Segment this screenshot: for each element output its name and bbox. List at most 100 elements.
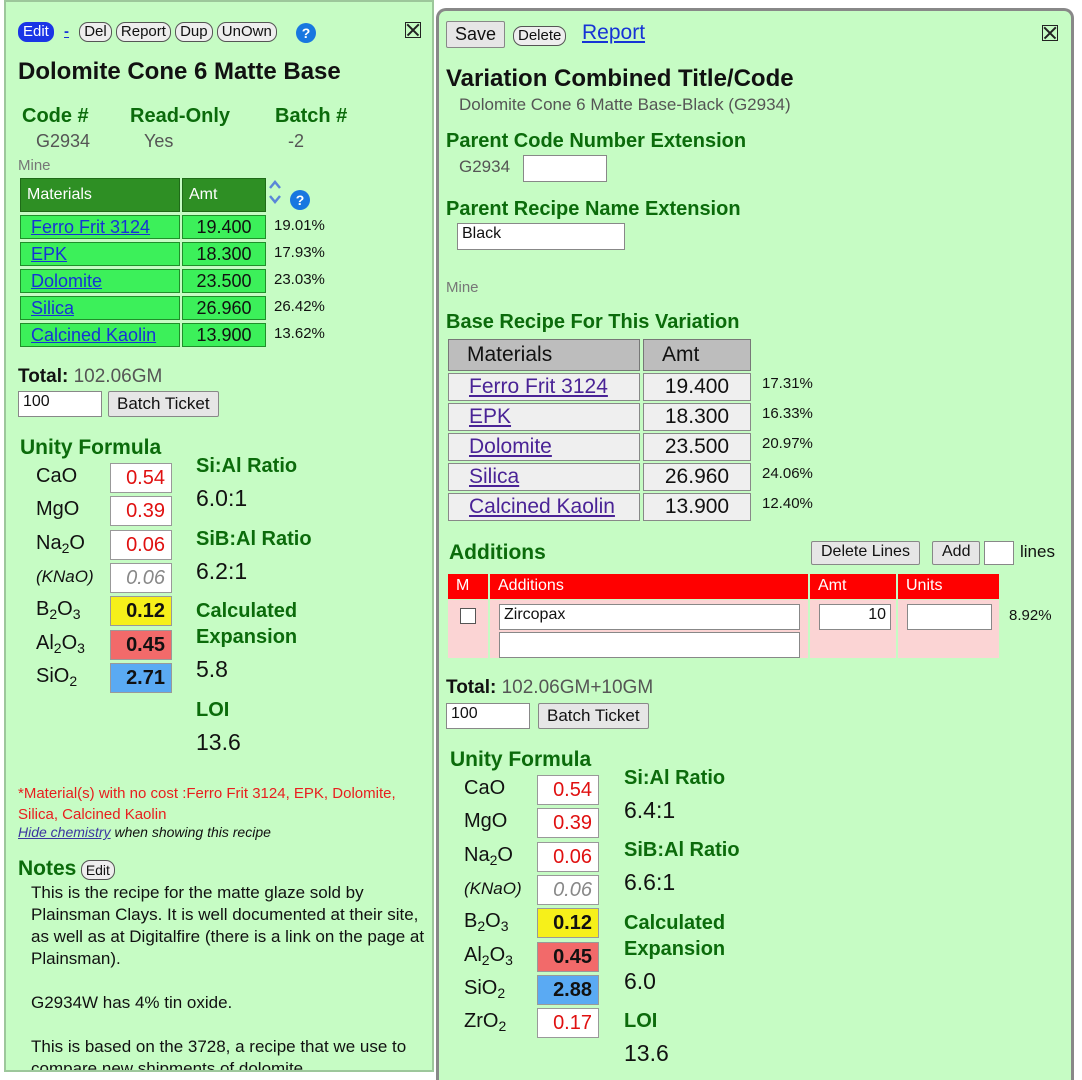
oxide-value-na2o: 0.06 <box>537 841 599 872</box>
material-amount[interactable]: 18.300 <box>643 403 751 431</box>
materials-header: Materials <box>448 339 640 371</box>
loi-value: 13.6 <box>196 729 241 755</box>
material-link[interactable]: Calcined Kaolin <box>20 323 180 347</box>
oxide-value-knao: 0.06 <box>110 562 172 593</box>
dup-button[interactable]: Dup <box>175 22 213 42</box>
expansion-label-2: Expansion <box>624 938 726 960</box>
material-link[interactable]: Ferro Frit 3124 <box>448 373 640 401</box>
parent-code-label: Parent Code Number Extension <box>446 130 747 152</box>
batch-value: -2 <box>288 131 305 151</box>
add-lines-count-input[interactable] <box>984 541 1014 565</box>
dash-link[interactable]: - <box>64 23 69 40</box>
material-amount[interactable]: 23.500 <box>643 433 751 461</box>
material-link[interactable]: Ferro Frit 3124 <box>20 215 180 239</box>
oxide-value-sio2: 2.88 <box>537 974 599 1005</box>
report-link[interactable]: Report <box>582 21 645 45</box>
amt-header: Amt <box>643 339 751 371</box>
oxide-label-knao: (KNaO) <box>464 878 522 898</box>
material-link[interactable]: Dolomite <box>448 433 640 461</box>
readonly-label: Read-Only <box>130 105 231 127</box>
save-button[interactable]: Save <box>446 21 506 48</box>
material-percent: 16.33% <box>762 405 813 422</box>
addition-name-input[interactable]: Zircopax <box>499 604 800 630</box>
notes-paragraph: This is based on the 3728, a recipe that… <box>31 1037 407 1072</box>
hide-chemistry-text: when showing this recipe <box>110 824 271 840</box>
material-percent: 12.40% <box>762 495 813 512</box>
material-link[interactable]: Silica <box>20 296 180 320</box>
materials-header: Materials <box>20 178 180 212</box>
material-link[interactable]: EPK <box>20 242 180 266</box>
material-amount[interactable]: 26.960 <box>182 296 266 320</box>
delete-lines-button[interactable]: Delete Lines <box>811 541 920 565</box>
batch-ticket-button[interactable]: Batch Ticket <box>538 703 649 729</box>
material-link[interactable]: Dolomite <box>20 269 180 293</box>
help-icon[interactable]: ? <box>296 23 316 43</box>
add-lines-button[interactable]: Add <box>932 541 981 565</box>
materials-help-icon[interactable]: ? <box>290 190 310 210</box>
material-amount[interactable]: 19.400 <box>643 373 751 401</box>
cost-warning: *Material(s) with no cost :Ferro Frit 31… <box>18 785 396 823</box>
variation-subtitle: Dolomite Cone 6 Matte Base-Black (G2934) <box>459 95 791 114</box>
oxide-label-b2o3: B2O3 <box>36 598 81 623</box>
sib-al-label: SiB:Al Ratio <box>196 528 312 550</box>
material-amount[interactable]: 23.500 <box>182 269 266 293</box>
batch-size-input[interactable]: 100 <box>18 391 102 417</box>
expansion-label-1: Calculated <box>624 912 726 934</box>
delete-button[interactable]: Delete <box>513 26 567 46</box>
oxide-label-al2o3: Al2O3 <box>36 631 85 656</box>
batch-size-input[interactable]: 100 <box>446 703 530 729</box>
expansion-value: 6.0 <box>624 968 656 994</box>
del-button[interactable]: Del <box>79 22 112 42</box>
material-link[interactable]: EPK <box>448 403 640 431</box>
batch-label: Batch # <box>275 105 348 127</box>
oxide-value-mgo: 0.39 <box>537 808 599 839</box>
material-percent: 17.93% <box>274 244 325 261</box>
material-amount[interactable]: 19.400 <box>182 215 266 239</box>
m-header: M <box>448 574 488 599</box>
parent-code-prefix: G2934 <box>459 157 511 176</box>
unown-button[interactable]: UnOwn <box>216 22 277 42</box>
material-amount[interactable]: 26.960 <box>643 463 751 491</box>
close-icon[interactable] <box>405 22 421 38</box>
close-icon[interactable] <box>1042 25 1058 41</box>
expansion-label-2: Expansion <box>196 626 298 648</box>
oxide-value-knao: 0.06 <box>537 874 599 905</box>
oxide-label-zro2: ZrO2 <box>464 1010 507 1035</box>
batch-ticket-button[interactable]: Batch Ticket <box>108 391 219 417</box>
material-percent: 24.06% <box>762 465 813 482</box>
sib-al-label: SiB:Al Ratio <box>624 839 740 861</box>
additions-header: Additions <box>490 574 808 599</box>
loi-label: LOI <box>196 699 230 721</box>
parent-name-label: Parent Recipe Name Extension <box>446 198 741 220</box>
add-amt-header: Amt <box>810 574 896 599</box>
addition-amt-input[interactable]: 10 <box>819 604 891 630</box>
addition-units-input[interactable] <box>907 604 992 630</box>
variation-title: Variation Combined Title/Code <box>446 65 794 92</box>
notes-edit-button[interactable]: Edit <box>80 860 115 880</box>
material-amount[interactable]: 13.900 <box>643 493 751 521</box>
lines-label: lines <box>1020 542 1055 561</box>
recipe-title: Dolomite Cone 6 Matte Base <box>18 58 341 85</box>
owner-label: Mine <box>18 157 51 174</box>
total-value: 102.06GM+10GM <box>501 677 654 698</box>
oxide-value-al2o3: 0.45 <box>110 629 172 660</box>
material-link[interactable]: Silica <box>448 463 640 491</box>
hide-chemistry-link[interactable]: Hide chemistry <box>18 824 111 840</box>
material-amount[interactable]: 13.900 <box>182 323 266 347</box>
material-amount[interactable]: 18.300 <box>182 242 266 266</box>
oxide-value-mgo: 0.39 <box>110 496 172 527</box>
oxide-value-zro2: 0.17 <box>537 1008 599 1039</box>
si-al-label: Si:Al Ratio <box>624 767 726 789</box>
edit-button[interactable]: Edit <box>18 22 54 42</box>
addition-mark-checkbox[interactable] <box>460 608 476 624</box>
material-link[interactable]: Calcined Kaolin <box>448 493 640 521</box>
addition-name-input-empty[interactable] <box>499 632 800 658</box>
oxide-label-na2o: Na2O <box>464 843 513 868</box>
parent-name-input[interactable]: Black <box>457 223 625 250</box>
parent-code-input[interactable] <box>523 155 607 182</box>
variation-panel: Save Delete Report Variation Combined Ti… <box>436 8 1074 1080</box>
report-button[interactable]: Report <box>115 22 171 42</box>
sort-arrows-icon[interactable] <box>268 179 282 205</box>
owner-label: Mine <box>446 279 479 296</box>
oxide-label-knao: (KNaO) <box>36 566 94 586</box>
